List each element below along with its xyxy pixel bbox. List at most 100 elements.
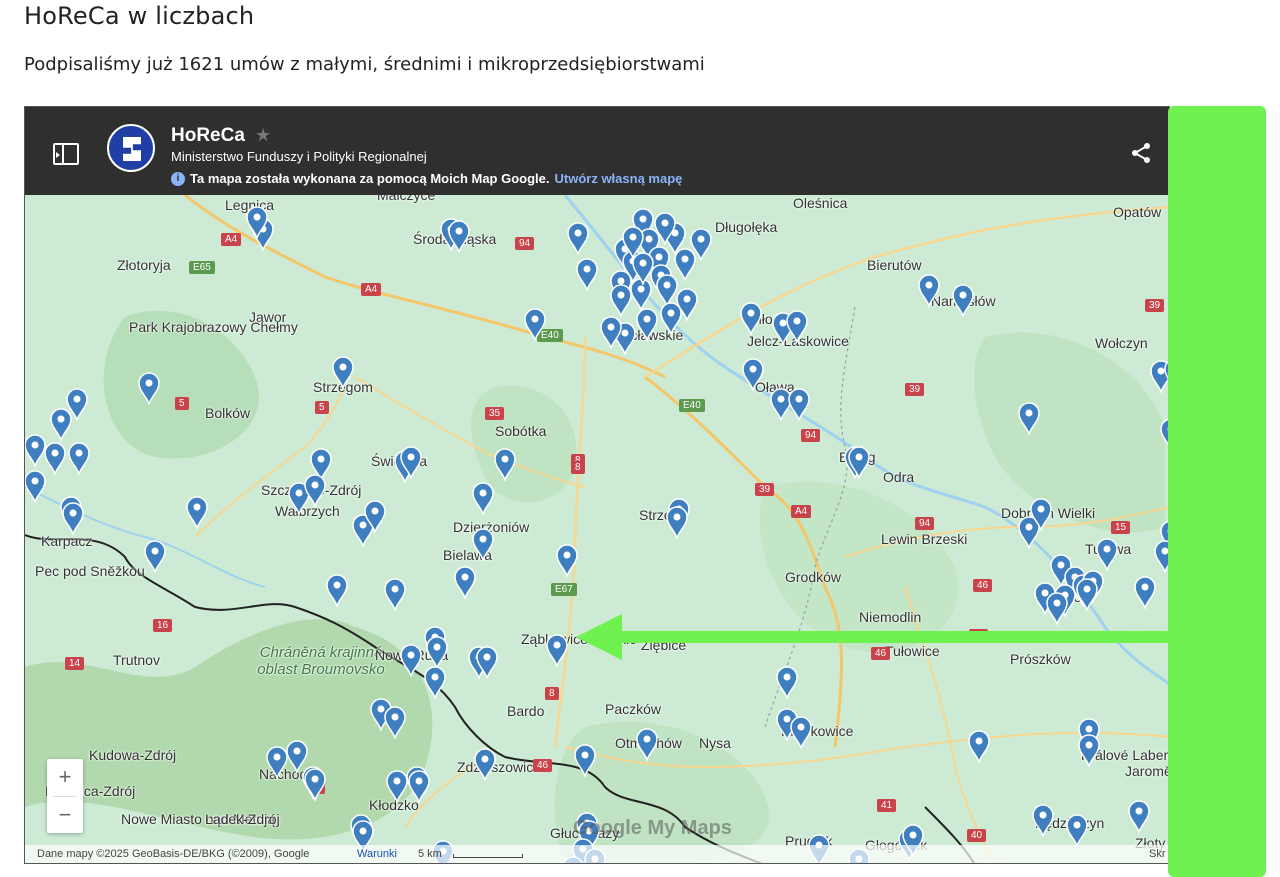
map-pin[interactable] (61, 501, 85, 537)
map-pin[interactable] (785, 309, 809, 345)
map-place-label: Opatów (1113, 204, 1162, 220)
create-map-link[interactable]: Utwórz własną mapę (555, 171, 683, 186)
zoom-control: + − (47, 759, 83, 833)
zoom-out-button[interactable]: − (47, 797, 83, 834)
map-pin[interactable] (951, 283, 975, 319)
star-icon[interactable]: ★ (255, 125, 271, 146)
map-pin[interactable] (555, 543, 579, 579)
map-pin[interactable] (383, 577, 407, 613)
map-pin[interactable] (1045, 591, 1069, 627)
map-pin[interactable] (665, 505, 689, 541)
map-pin[interactable] (493, 447, 517, 483)
map-pin[interactable] (67, 441, 91, 477)
map-place-label: Tułowice (885, 643, 940, 659)
ministry-logo (107, 124, 155, 172)
map-place-label: Złotoryja (117, 257, 171, 273)
road-number-label: 94 (515, 237, 535, 250)
map-pin[interactable] (917, 273, 941, 309)
map-pin[interactable] (573, 743, 597, 779)
map-pin[interactable] (1065, 813, 1089, 849)
map-pin[interactable] (599, 315, 623, 351)
map-pin[interactable] (566, 221, 590, 257)
map-pin[interactable] (475, 645, 499, 681)
map-place-label: Niemodlin (859, 609, 922, 625)
map-pin[interactable] (789, 715, 813, 751)
sidebar-toggle-icon[interactable] (53, 143, 79, 165)
map-pin[interactable] (787, 387, 811, 423)
map-pin[interactable] (1031, 803, 1055, 839)
map-pin[interactable] (363, 499, 387, 535)
map-pin[interactable] (659, 301, 683, 337)
map-place-label: Ząbkowice Śląskie (521, 631, 637, 647)
map-pin[interactable] (423, 665, 447, 701)
map-pin[interactable] (399, 643, 423, 679)
map-pin[interactable] (545, 633, 569, 669)
map-pin[interactable] (1095, 537, 1119, 573)
map-pin[interactable] (523, 307, 547, 343)
map-pin[interactable] (609, 283, 633, 319)
map-pin[interactable] (1127, 799, 1151, 835)
map-pin[interactable] (635, 307, 659, 343)
map-pin[interactable] (575, 257, 599, 293)
scale-bar (453, 854, 523, 858)
map-pin[interactable] (185, 495, 209, 531)
map-pin[interactable] (775, 665, 799, 701)
map-pin[interactable] (739, 301, 763, 337)
road-number-label: 8 (545, 687, 559, 700)
road-number-label: 16 (153, 619, 173, 632)
map-pin[interactable] (407, 769, 431, 805)
map-pin[interactable] (1077, 733, 1101, 769)
map-pin[interactable] (471, 481, 495, 517)
zoom-in-button[interactable]: + (47, 759, 83, 796)
road-number-label: 46 (969, 629, 989, 642)
map-pin[interactable] (137, 371, 161, 407)
road-number-label: 39 (755, 483, 775, 496)
road-number-label: 14 (65, 657, 85, 670)
map-pin[interactable] (325, 573, 349, 609)
road-number-label: 8 (571, 461, 585, 474)
map-pin[interactable] (967, 729, 991, 765)
shortcut-label[interactable]: Skr (1149, 848, 1166, 860)
road-number-label: A4 (791, 505, 812, 518)
map-pin[interactable] (245, 205, 269, 241)
road-number-label: 35 (485, 407, 505, 420)
map-pin[interactable] (425, 635, 449, 671)
map-pin[interactable] (847, 445, 871, 481)
road-number-label: 15 (1111, 521, 1131, 534)
map-pin[interactable] (1029, 497, 1053, 533)
road-number-label: 41 (877, 799, 897, 812)
map-pin[interactable] (635, 727, 659, 763)
map-pin[interactable] (741, 357, 765, 393)
map-pin[interactable] (1017, 401, 1041, 437)
map-pin[interactable] (25, 469, 47, 505)
road-number-label: 5 (175, 397, 189, 410)
map-pin[interactable] (1075, 577, 1099, 613)
map-pin[interactable] (385, 769, 409, 805)
info-text: Ta mapa została wykonana za pomocą Moich… (190, 171, 550, 186)
map-pin[interactable] (447, 219, 471, 255)
map-pin[interactable] (473, 747, 497, 783)
road-number-label: A4 (361, 283, 382, 296)
map-pin[interactable] (331, 355, 355, 391)
map-pin[interactable] (399, 445, 423, 481)
map-pin[interactable] (303, 473, 327, 509)
map-pin[interactable] (383, 705, 407, 741)
map-place-label: Tarnów Opolski (1133, 629, 1169, 645)
map-pin[interactable] (303, 767, 327, 803)
map-place-label: Pec pod Sněžkou (35, 563, 145, 579)
share-icon[interactable] (1129, 141, 1153, 165)
terms-link[interactable]: Warunki (357, 848, 397, 860)
embedded-map[interactable]: Legnica Malczyce Środa Śląska Oleśnica Opató… (24, 106, 1170, 864)
map-pin[interactable] (1133, 575, 1157, 611)
map-canvas[interactable] (25, 107, 1170, 864)
map-pin[interactable] (143, 539, 167, 575)
google-logo: Google My Maps (573, 817, 732, 839)
map-pin[interactable] (621, 225, 645, 261)
attribution-text: Dane mapy ©2025 GeoBasis-DE/BKG (©2009),… (37, 848, 310, 860)
map-pin[interactable] (49, 407, 73, 443)
map-pin[interactable] (471, 527, 495, 563)
map-pin[interactable] (453, 565, 477, 601)
road-number-label: 39 (1145, 299, 1165, 312)
road-number-label: E65 (189, 261, 215, 274)
road-number-label: 94 (801, 429, 821, 442)
